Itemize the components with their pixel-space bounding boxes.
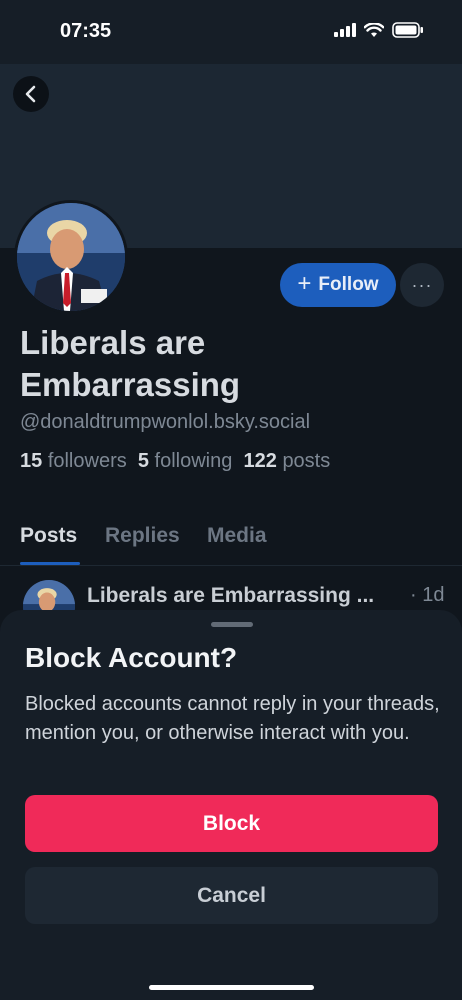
back-arrow-icon (25, 85, 36, 103)
status-icons (334, 22, 424, 38)
tab-posts[interactable]: Posts (20, 524, 77, 548)
posts-count: 122 (243, 450, 277, 472)
avatar-image (17, 203, 125, 311)
status-bar: 07:35 (0, 0, 462, 64)
post-author[interactable]: Liberals are Embarrassing ... (87, 584, 374, 608)
more-icon: ··· (411, 274, 433, 295)
followers-count: 15 (20, 450, 43, 472)
signal-icon (334, 23, 356, 37)
status-time: 07:35 (60, 20, 112, 42)
followers-link[interactable]: 15 followers (20, 450, 127, 472)
posts-label: posts (282, 450, 331, 472)
sheet-description: Blocked accounts cannot reply in your th… (25, 693, 440, 744)
profile-tabs: Posts Replies Media (0, 520, 462, 566)
sheet-title: Block Account? (25, 642, 238, 673)
plus-icon: + (297, 270, 312, 297)
display-name: Liberals are Embarrassing (20, 324, 241, 403)
follow-button[interactable]: + Follow (280, 263, 396, 307)
post-time: · 1d (410, 584, 445, 606)
block-button[interactable]: Block (25, 795, 438, 852)
block-account-sheet: Block Account? Blocked accounts cannot r… (0, 610, 462, 1000)
following-link[interactable]: 5 following (138, 450, 233, 472)
followers-label: followers (47, 450, 127, 472)
following-count: 5 (137, 450, 149, 472)
profile-handle: @donaldtrumpwonlol.bsky.social (20, 411, 311, 433)
post-item[interactable]: Liberals are Embarrassing ... · 1d (0, 572, 462, 632)
following-label: following (154, 450, 233, 472)
profile-stats: 15 followers 5 following 122 posts (20, 450, 330, 473)
tab-media[interactable]: Media (207, 524, 267, 548)
active-tab-indicator (20, 562, 80, 565)
more-options-button[interactable]: ··· (400, 263, 444, 307)
cancel-button[interactable]: Cancel (25, 867, 438, 924)
sheet-drag-handle[interactable] (211, 622, 253, 627)
posts-stat: 122 posts (244, 450, 331, 472)
avatar[interactable] (14, 200, 128, 314)
back-button[interactable] (13, 76, 49, 112)
tab-replies[interactable]: Replies (105, 524, 180, 548)
home-indicator (149, 985, 314, 990)
wifi-icon (364, 22, 384, 37)
follow-label: Follow (318, 274, 379, 295)
battery-icon (392, 22, 423, 38)
